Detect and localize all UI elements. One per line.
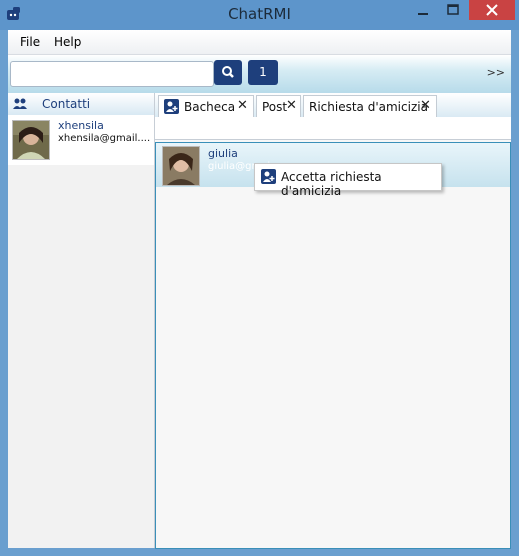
- tabs-panel: Bacheca ✕ Post ✕ Richiesta d'amicizia ✕: [155, 93, 511, 549]
- add-user-icon: [164, 99, 179, 114]
- accept-friend-request-item[interactable]: Accetta richiesta d'amicizia: [281, 170, 441, 198]
- close-icon: [486, 4, 498, 16]
- search-input[interactable]: [10, 61, 214, 87]
- avatar: [162, 146, 200, 186]
- main-panel: File Help 1 >> Contatti xhensila xhensil…: [8, 30, 511, 549]
- add-user-icon: [261, 169, 276, 184]
- expand-toolbar-button[interactable]: >>: [487, 66, 505, 79]
- context-menu: Accetta richiesta d'amicizia: [254, 163, 442, 198]
- minimize-button[interactable]: [410, 0, 436, 20]
- menu-help[interactable]: Help: [54, 35, 81, 49]
- maximize-button[interactable]: [440, 0, 466, 20]
- tab-strip: [155, 117, 511, 140]
- friend-requests-button[interactable]: 1: [248, 60, 278, 85]
- avatar: [12, 120, 50, 160]
- contact-email: xhensila@gmail....: [58, 133, 151, 144]
- close-button[interactable]: [469, 0, 515, 20]
- contacts-panel: Contatti xhensila xhensila@gmail....: [8, 93, 155, 548]
- maximize-icon: [447, 4, 459, 15]
- request-name: giulia: [208, 147, 238, 160]
- tab-bacheca[interactable]: Bacheca ✕: [158, 95, 254, 117]
- app-window: ChatRMI File Help 1 >> Contatti xhensila…: [0, 0, 519, 556]
- minimize-icon: [418, 13, 428, 15]
- close-icon[interactable]: ✕: [286, 98, 297, 113]
- tab-bar: Bacheca ✕ Post ✕ Richiesta d'amicizia ✕: [155, 93, 511, 118]
- users-icon: [13, 98, 27, 109]
- title-bar[interactable]: ChatRMI: [0, 0, 519, 30]
- search-button[interactable]: [214, 60, 242, 85]
- tab-label: Bacheca: [184, 100, 236, 114]
- contact-item[interactable]: xhensila xhensila@gmail....: [8, 115, 154, 165]
- friend-requests-list: giulia giulia@gmai: [155, 142, 511, 549]
- tab-richiesta-amicizia[interactable]: Richiesta d'amicizia ✕: [303, 95, 437, 117]
- toolbar: 1 >>: [8, 55, 511, 93]
- close-icon[interactable]: ✕: [420, 98, 431, 113]
- contacts-header: Contatti: [8, 93, 154, 115]
- contact-name: xhensila: [58, 119, 104, 132]
- close-icon[interactable]: ✕: [237, 98, 248, 113]
- tab-label: Post: [262, 100, 288, 114]
- tab-post[interactable]: Post ✕: [256, 95, 301, 117]
- search-icon: [222, 66, 234, 78]
- menu-bar: File Help: [8, 30, 511, 55]
- menu-file[interactable]: File: [20, 35, 40, 49]
- contacts-title: Contatti: [42, 97, 91, 111]
- tab-label: Richiesta d'amicizia: [309, 100, 428, 114]
